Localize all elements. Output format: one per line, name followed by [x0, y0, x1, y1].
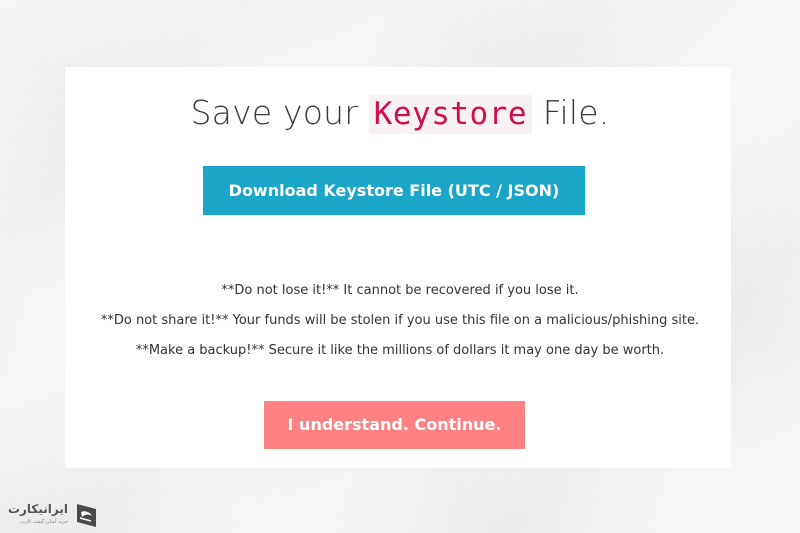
watermark-logo-icon	[77, 504, 96, 527]
title-keystore-code: Keystore	[368, 95, 533, 134]
continue-button[interactable]: I understand. Continue.	[264, 401, 525, 449]
title-prefix: Save your	[190, 93, 359, 132]
warning-make-backup: **Make a backup!** Secure it like the mi…	[135, 343, 665, 358]
warning-do-not-share: **Do not share it!** Your funds will be …	[100, 313, 700, 328]
warnings-list: **Do not lose it!** It cannot be recover…	[0, 280, 800, 370]
watermark: ایرانیکارت خرید آسان گیفت کارت	[6, 499, 102, 531]
title-suffix: File.	[542, 93, 610, 132]
page-title: Save your Keystore File.	[0, 88, 800, 139]
warning-do-not-lose: **Do not lose it!** It cannot be recover…	[221, 283, 579, 298]
watermark-text: ایرانیکارت	[7, 502, 68, 516]
watermark-subtext: خرید آسان گیفت کارت	[20, 519, 68, 525]
download-keystore-button[interactable]: Download Keystore File (UTC / JSON)	[203, 166, 585, 215]
